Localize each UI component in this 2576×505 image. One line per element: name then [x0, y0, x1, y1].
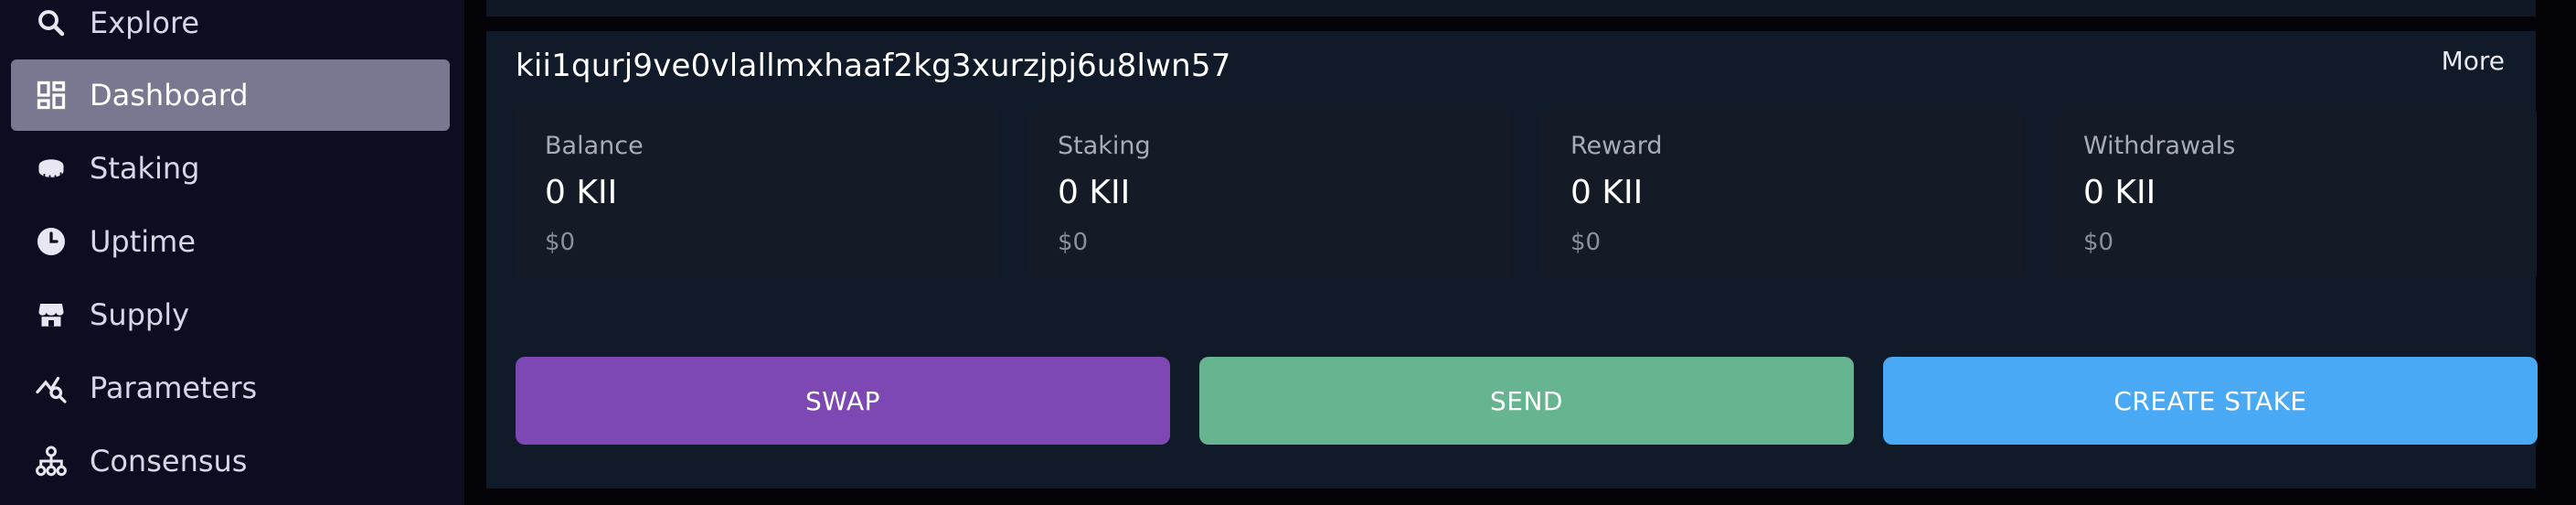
create-stake-button[interactable]: CREATE STAKE: [1883, 357, 2538, 445]
sidebar-item-label: Dashboard: [90, 78, 249, 113]
stat-reward: Reward 0 KII $0: [1541, 112, 2024, 276]
swap-button[interactable]: SWAP: [516, 357, 1170, 445]
account-card: kii1qurj9ve0vlallmxhaaf2kg3xurzjpj6u8lwn…: [486, 31, 2538, 489]
sidebar-item-label: Parameters: [90, 371, 258, 405]
clock-icon: [35, 225, 68, 258]
sidebar-item-label: Explore: [90, 5, 200, 40]
stat-value: 0 KII: [1058, 174, 1131, 211]
sidebar-item-dashboard[interactable]: Dashboard: [11, 59, 450, 131]
coin-stack-icon: [35, 152, 68, 185]
sidebar-item-uptime[interactable]: Uptime: [11, 206, 450, 277]
sidebar-item-consensus[interactable]: Consensus: [11, 425, 450, 497]
stat-usd: $0: [545, 229, 576, 256]
stat-label: Staking: [1058, 132, 1151, 160]
account-address: kii1qurj9ve0vlallmxhaaf2kg3xurzjpj6u8lwn…: [516, 48, 1231, 84]
sidebar-item-supply[interactable]: Supply: [11, 279, 450, 350]
sidebar: Explore Dashboard Staking Uptime Supply: [0, 0, 464, 505]
stat-value: 0 KII: [2083, 174, 2156, 211]
stat-usd: $0: [2083, 229, 2114, 256]
sidebar-item-staking[interactable]: Staking: [11, 133, 450, 204]
stat-label: Reward: [1570, 132, 1663, 160]
stat-withdrawals: Withdrawals 0 KII $0: [2054, 112, 2537, 276]
stat-staking: Staking 0 KII $0: [1028, 112, 1511, 276]
send-button[interactable]: SEND: [1199, 357, 1854, 445]
stat-value: 0 KII: [545, 174, 618, 211]
stat-usd: $0: [1570, 229, 1602, 256]
sidebar-item-explore[interactable]: Explore: [11, 0, 450, 59]
chart-search-icon: [35, 371, 68, 404]
stat-label: Balance: [545, 132, 644, 160]
store-icon: [35, 298, 68, 331]
dashboard-icon: [35, 79, 68, 112]
sidebar-item-label: Consensus: [90, 444, 248, 478]
search-icon: [35, 6, 68, 39]
network-icon: [35, 445, 68, 478]
app-root: Explore Dashboard Staking Uptime Supply: [0, 0, 2576, 505]
sidebar-item-label: Uptime: [90, 224, 197, 259]
stat-label: Withdrawals: [2083, 132, 2236, 160]
sidebar-item-label: Staking: [90, 151, 200, 186]
more-button[interactable]: More: [2442, 46, 2505, 76]
sidebar-item-parameters[interactable]: Parameters: [11, 352, 450, 424]
sidebar-item-label: Supply: [90, 297, 190, 332]
previous-card-edge: [486, 0, 2536, 16]
stat-usd: $0: [1058, 229, 1089, 256]
stat-balance: Balance 0 KII $0: [516, 112, 998, 276]
stat-value: 0 KII: [1570, 174, 1644, 211]
